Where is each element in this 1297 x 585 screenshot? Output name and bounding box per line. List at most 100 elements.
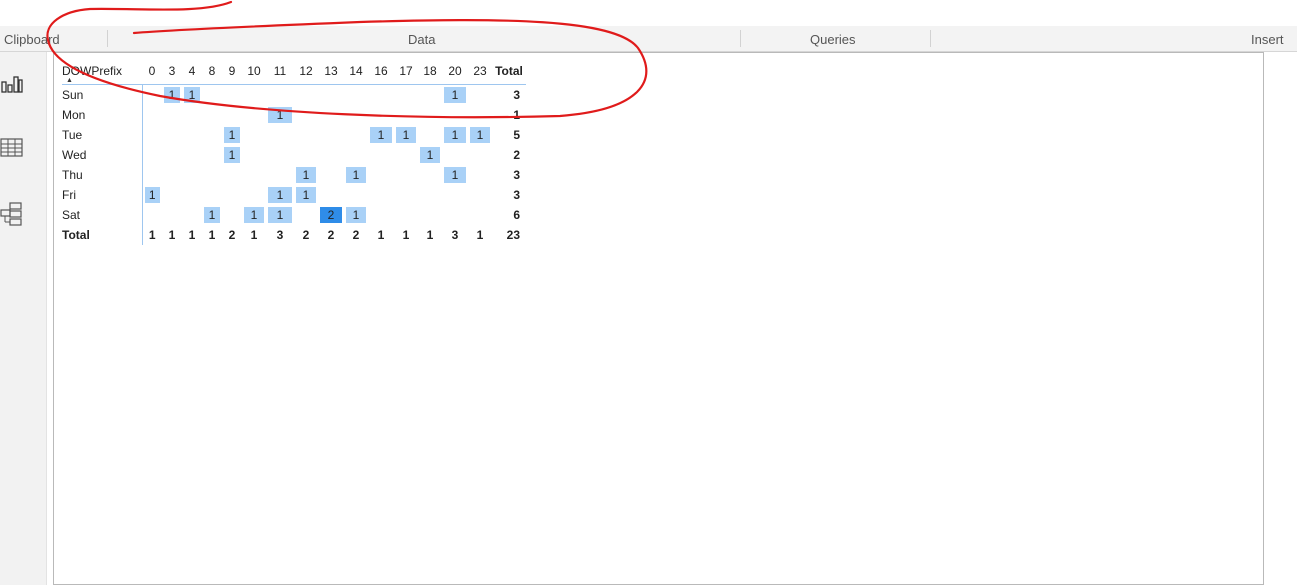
matrix-row[interactable]: Thu 1 1 1 3 <box>62 165 526 185</box>
matrix-cell[interactable] <box>222 185 242 205</box>
matrix-cell[interactable] <box>182 185 202 205</box>
matrix-cell[interactable] <box>294 145 318 165</box>
matrix-cell[interactable]: 1 <box>294 185 318 205</box>
matrix-cell[interactable] <box>142 165 162 185</box>
matrix-cell[interactable] <box>468 165 492 185</box>
data-view-icon[interactable] <box>0 136 24 160</box>
matrix-cell[interactable] <box>442 205 468 225</box>
matrix-cell[interactable] <box>394 185 418 205</box>
matrix-cell[interactable] <box>368 105 394 125</box>
matrix-cell[interactable] <box>242 145 266 165</box>
matrix-cell[interactable]: 1 <box>222 125 242 145</box>
column-header[interactable]: 9 <box>222 58 242 85</box>
matrix-cell[interactable] <box>468 205 492 225</box>
matrix-row[interactable]: Sat 1 1 1 2 1 6 <box>62 205 526 225</box>
matrix-cell[interactable] <box>242 125 266 145</box>
matrix-cell[interactable]: 1 <box>162 85 182 106</box>
matrix-cell[interactable]: 1 <box>202 205 222 225</box>
matrix-cell[interactable] <box>162 165 182 185</box>
model-view-icon[interactable] <box>0 202 24 226</box>
column-header[interactable]: 12 <box>294 58 318 85</box>
ribbon-group-data[interactable]: Data <box>408 26 435 51</box>
matrix-cell[interactable]: 1 <box>344 205 368 225</box>
matrix-cell[interactable] <box>442 105 468 125</box>
matrix-cell[interactable] <box>442 145 468 165</box>
ribbon-group-clipboard[interactable]: Clipboard <box>4 26 60 51</box>
matrix-cell[interactable] <box>468 185 492 205</box>
matrix-cell[interactable]: 1 <box>142 185 162 205</box>
column-header[interactable]: 4 <box>182 58 202 85</box>
matrix-cell[interactable] <box>344 145 368 165</box>
matrix-cell[interactable] <box>394 165 418 185</box>
ribbon-group-insert[interactable]: Insert <box>1251 26 1284 51</box>
matrix-cell[interactable] <box>394 145 418 165</box>
matrix-cell[interactable]: 2 <box>318 205 344 225</box>
column-header[interactable]: 18 <box>418 58 442 85</box>
column-header[interactable]: 11 <box>266 58 294 85</box>
matrix-cell[interactable] <box>418 185 442 205</box>
matrix-cell[interactable] <box>182 165 202 185</box>
matrix-cell[interactable] <box>318 145 344 165</box>
report-view-icon[interactable] <box>0 72 24 96</box>
matrix-cell[interactable] <box>344 105 368 125</box>
matrix-cell[interactable] <box>344 85 368 106</box>
matrix-cell[interactable] <box>162 125 182 145</box>
matrix-cell[interactable] <box>162 185 182 205</box>
matrix-cell[interactable]: 1 <box>418 145 442 165</box>
matrix-cell[interactable] <box>242 165 266 185</box>
column-header[interactable]: 13 <box>318 58 344 85</box>
matrix-cell[interactable] <box>222 85 242 106</box>
matrix-cell[interactable] <box>142 105 162 125</box>
matrix-cell[interactable] <box>142 85 162 106</box>
matrix-row[interactable]: Tue 1 1 1 1 1 5 <box>62 125 526 145</box>
matrix-cell[interactable] <box>202 185 222 205</box>
matrix-cell[interactable] <box>418 165 442 185</box>
matrix-cell[interactable] <box>394 205 418 225</box>
matrix-cell[interactable] <box>266 145 294 165</box>
row-header-label[interactable]: DOWPrefix ▲ <box>62 58 142 85</box>
column-header[interactable]: 10 <box>242 58 266 85</box>
matrix-row[interactable]: Fri 1 1 1 3 <box>62 185 526 205</box>
matrix-cell[interactable] <box>142 205 162 225</box>
matrix-cell[interactable] <box>202 125 222 145</box>
matrix-cell[interactable]: 1 <box>266 105 294 125</box>
matrix-cell[interactable] <box>266 85 294 106</box>
column-header[interactable]: 0 <box>142 58 162 85</box>
matrix-cell[interactable]: 1 <box>394 125 418 145</box>
ribbon-group-queries[interactable]: Queries <box>810 26 856 51</box>
matrix-cell[interactable] <box>222 165 242 185</box>
matrix-cell[interactable] <box>418 105 442 125</box>
matrix-cell[interactable] <box>222 105 242 125</box>
matrix-row[interactable]: Sun 1 1 1 3 <box>62 84 526 106</box>
matrix-cell[interactable] <box>344 125 368 145</box>
matrix-cell[interactable] <box>202 165 222 185</box>
matrix-row[interactable]: Mon 1 1 <box>62 105 526 125</box>
matrix-cell[interactable] <box>368 185 394 205</box>
matrix-cell[interactable]: 1 <box>468 125 492 145</box>
column-header[interactable]: 20 <box>442 58 468 85</box>
matrix-cell[interactable] <box>368 205 394 225</box>
matrix-cell[interactable]: 1 <box>442 125 468 145</box>
column-header[interactable]: 16 <box>368 58 394 85</box>
column-header[interactable]: 14 <box>344 58 368 85</box>
column-header[interactable]: 8 <box>202 58 222 85</box>
column-header[interactable]: 23 <box>468 58 492 85</box>
column-header[interactable]: 3 <box>162 58 182 85</box>
matrix-cell[interactable]: 1 <box>266 185 294 205</box>
matrix-cell[interactable] <box>162 145 182 165</box>
matrix-cell[interactable]: 1 <box>344 165 368 185</box>
matrix-cell[interactable] <box>222 205 242 225</box>
matrix-cell[interactable] <box>468 145 492 165</box>
matrix-row[interactable]: Wed 1 1 2 <box>62 145 526 165</box>
matrix-cell[interactable]: 1 <box>222 145 242 165</box>
matrix-cell[interactable] <box>368 145 394 165</box>
matrix-cell[interactable] <box>182 105 202 125</box>
matrix-cell[interactable] <box>418 125 442 145</box>
matrix-cell[interactable] <box>182 205 202 225</box>
matrix-cell[interactable] <box>182 145 202 165</box>
matrix-cell[interactable] <box>468 85 492 106</box>
matrix-cell[interactable]: 1 <box>242 205 266 225</box>
matrix-cell[interactable] <box>368 165 394 185</box>
matrix-cell[interactable] <box>318 125 344 145</box>
column-header[interactable]: 17 <box>394 58 418 85</box>
